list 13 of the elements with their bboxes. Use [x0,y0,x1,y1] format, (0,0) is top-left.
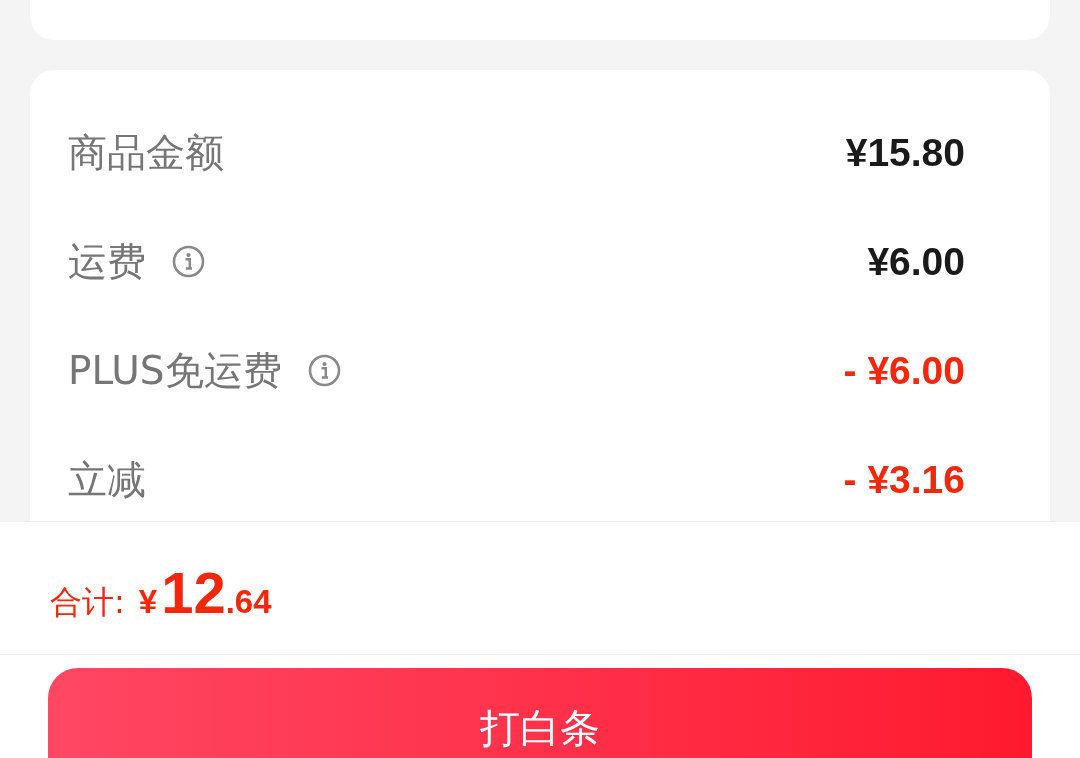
total-label: 合计: [50,581,125,623]
pay-button[interactable]: 打白条 [48,668,1032,758]
price-label: 商品金额 [68,128,224,177]
price-value: ¥15.80 [845,130,965,175]
price-label: 立减 [68,455,146,504]
price-value: - ¥3.16 [843,457,965,502]
total-amount: ¥12.64 [138,558,272,626]
price-value: ¥6.00 [867,239,965,284]
info-icon[interactable] [307,354,341,387]
info-icon[interactable] [172,245,205,278]
price-label: PLUS免运费 [68,346,282,395]
price-value: - ¥6.00 [843,348,965,393]
price-label: 运费 [68,237,146,286]
